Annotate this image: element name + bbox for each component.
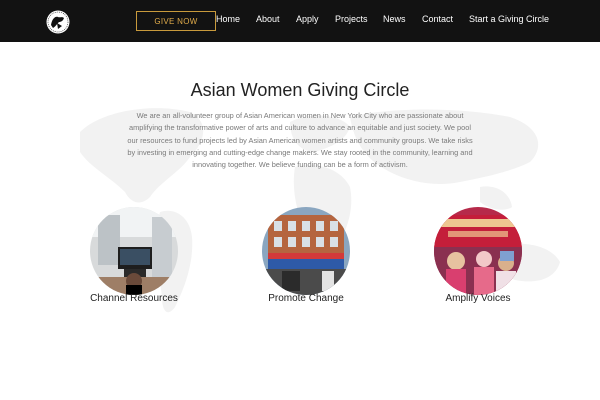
feature-label-promote-change: Promote Change — [268, 293, 344, 304]
nav-link-start-giving-circle[interactable]: Start a Giving Circle — [469, 14, 549, 24]
gallery-photo — [90, 207, 178, 295]
nav-link-about[interactable]: About — [256, 14, 280, 24]
nav-link-news[interactable]: News — [383, 14, 406, 24]
storefront-photo — [262, 207, 350, 295]
rally-photo — [434, 207, 522, 295]
nav-link-projects[interactable]: Projects — [335, 14, 368, 24]
feature-label-channel-resources: Channel Resources — [90, 293, 178, 304]
give-now-button[interactable]: GIVE NOW — [136, 11, 216, 31]
nav-link-home[interactable]: Home — [216, 14, 240, 24]
feature-promote-change[interactable]: Promote Change — [246, 207, 366, 317]
feature-amplify-voices[interactable]: Amplify Voices — [418, 207, 538, 317]
nav-link-apply[interactable]: Apply — [296, 14, 319, 24]
top-navbar: GIVE NOW Home About Apply Projects News … — [0, 0, 600, 42]
logo[interactable] — [46, 10, 70, 34]
feature-channel-resources[interactable]: Channel Resources — [74, 207, 194, 317]
main-content: Asian Women Giving Circle We are an all-… — [0, 42, 600, 400]
page-title: Asian Women Giving Circle — [190, 80, 410, 100]
feature-label-amplify-voices: Amplify Voices — [445, 293, 511, 304]
intro-paragraph: We are an all-volunteer group of Asian A… — [127, 111, 473, 170]
nav-link-contact[interactable]: Contact — [422, 14, 453, 24]
